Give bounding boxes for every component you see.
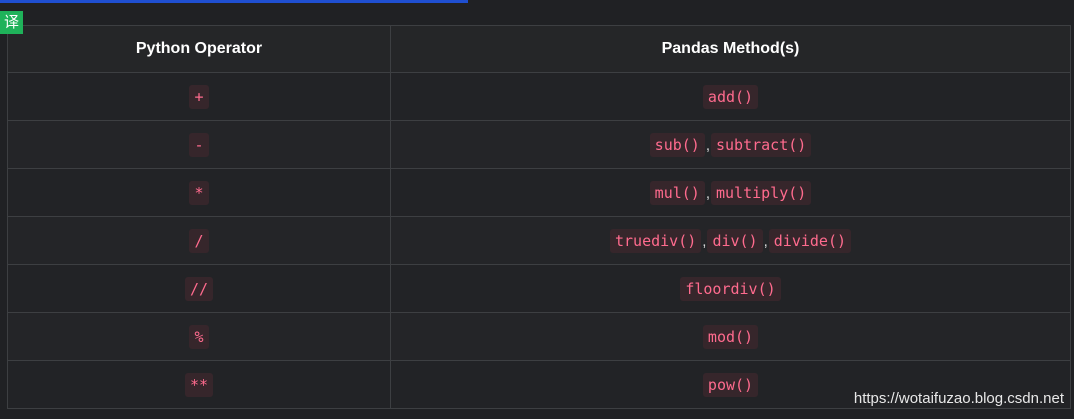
- methods-cell: truediv(), div(), divide(): [390, 216, 1071, 265]
- methods-cell: floordiv(): [390, 264, 1071, 313]
- operator-cell: *: [7, 168, 391, 217]
- operator-code: /: [189, 228, 209, 253]
- method-code: div(): [707, 228, 763, 253]
- operator-code: +: [189, 84, 209, 109]
- operator-cell: **: [7, 360, 391, 409]
- operator-cell: %: [7, 312, 391, 361]
- method-code: multiply(): [711, 180, 812, 205]
- table-row: // floordiv(): [7, 264, 1071, 313]
- operator-code: *: [189, 180, 209, 205]
- table-row: * mul(), multiply(): [7, 168, 1071, 217]
- header-pandas-methods: Pandas Method(s): [390, 25, 1071, 73]
- translate-icon[interactable]: 译: [0, 11, 23, 34]
- method-separator: ,: [763, 232, 768, 250]
- operator-code: -: [189, 132, 209, 157]
- table-row: % mod(): [7, 312, 1071, 361]
- table-row: / truediv(), div(), divide(): [7, 216, 1071, 265]
- method-code: truediv(): [609, 228, 702, 253]
- table-row: + add(): [7, 72, 1071, 121]
- watermark-url: https://wotaifuzao.blog.csdn.net: [853, 390, 1064, 407]
- method-code: divide(): [768, 228, 852, 253]
- method-code: add(): [702, 84, 759, 109]
- method-code: mod(): [702, 324, 759, 349]
- method-code: floordiv(): [680, 276, 781, 301]
- method-code: mul(): [649, 180, 705, 205]
- methods-cell: mod(): [390, 312, 1071, 361]
- top-accent-bar: [0, 0, 468, 3]
- operator-cell: //: [7, 264, 391, 313]
- operator-cell: +: [7, 72, 391, 121]
- table-header-row: Python Operator Pandas Method(s): [7, 25, 1071, 73]
- header-python-operator: Python Operator: [7, 25, 391, 73]
- method-code: pow(): [702, 372, 759, 397]
- operator-code: **: [184, 372, 214, 397]
- methods-cell: mul(), multiply(): [390, 168, 1071, 217]
- operator-method-table: Python Operator Pandas Method(s) + add() -…: [7, 25, 1071, 409]
- operator-code: %: [189, 324, 209, 349]
- methods-cell: sub(), subtract(): [390, 120, 1071, 169]
- operator-cell: -: [7, 120, 391, 169]
- table-row: - sub(), subtract(): [7, 120, 1071, 169]
- method-code: subtract(): [711, 132, 812, 157]
- methods-cell: add(): [390, 72, 1071, 121]
- operator-cell: /: [7, 216, 391, 265]
- operator-code: //: [184, 276, 214, 301]
- method-code: sub(): [649, 132, 705, 157]
